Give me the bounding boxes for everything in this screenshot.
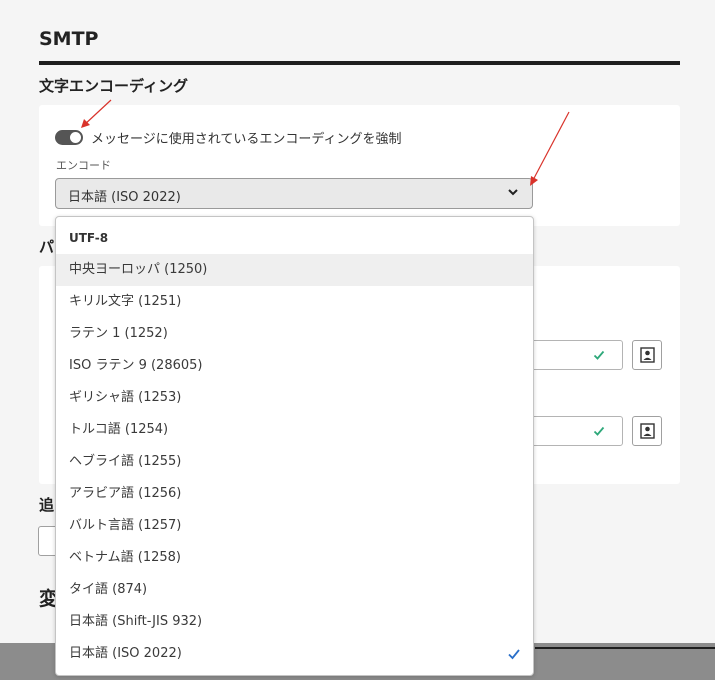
encoding-select[interactable]: 日本語 (ISO 2022) [55,178,533,209]
dropdown-option-japanese-iso2022[interactable]: 日本語 (ISO 2022) [56,638,533,670]
server-input-2[interactable] [520,416,623,446]
toggle-knob [70,132,81,143]
server-input-1[interactable] [520,340,623,370]
bottom-divider [535,647,715,649]
check-valid-icon [593,426,605,436]
dropdown-option-hebrew[interactable]: ヘブライ語 (1255) [56,446,533,478]
dropdown-option-arabic[interactable]: アラビア語 (1256) [56,478,533,510]
person-card-icon [640,423,655,439]
dropdown-option-central-europe[interactable]: 中央ヨーロッパ (1250) [56,254,533,286]
encoding-field-label: エンコード [56,159,111,172]
dropdown-option-vietnamese[interactable]: ベトナム語 (1258) [56,542,533,574]
dropdown-option-latin1[interactable]: ラテン 1 (1252) [56,318,533,350]
dropdown-option-japanese-shiftjis[interactable]: 日本語 (Shift-JIS 932) [56,606,533,638]
personalize-button-1[interactable] [632,340,662,370]
annotation-arrow-icon [81,99,112,128]
check-valid-icon [593,350,605,360]
additional-section-heading: 追 [39,496,55,514]
annotation-arrow-icon [530,111,570,186]
chevron-down-icon [506,185,520,199]
hidden-section-heading: パ [39,238,55,256]
dropdown-option-baltic[interactable]: バルト言語 (1257) [56,510,533,542]
dropdown-option-greek[interactable]: ギリシャ語 (1253) [56,382,533,414]
dropdown-option-label: 日本語 (ISO 2022) [69,646,182,661]
dropdown-option-cyrillic[interactable]: キリル文字 (1251) [56,286,533,318]
dropdown-option-thai[interactable]: タイ語 (874) [56,574,533,606]
checkmark-icon [507,647,521,661]
personalize-button-2[interactable] [632,416,662,446]
dropdown-option-turkish[interactable]: トルコ語 (1254) [56,414,533,446]
encoding-select-value: 日本語 (ISO 2022) [68,190,181,205]
dropdown-option-iso-latin9[interactable]: ISO ラテン 9 (28605) [56,350,533,382]
person-card-icon [640,347,655,363]
dropdown-option-utf8[interactable]: UTF-8 [56,222,533,254]
force-encoding-label: メッセージに使用されているエンコーディングを強制 [91,132,402,147]
header-divider [39,61,680,65]
encoding-dropdown-list: UTF-8 中央ヨーロッパ (1250) キリル文字 (1251) ラテン 1 … [55,216,534,676]
page-title: SMTP [39,28,99,50]
encoding-section-heading: 文字エンコーディング [39,77,188,95]
